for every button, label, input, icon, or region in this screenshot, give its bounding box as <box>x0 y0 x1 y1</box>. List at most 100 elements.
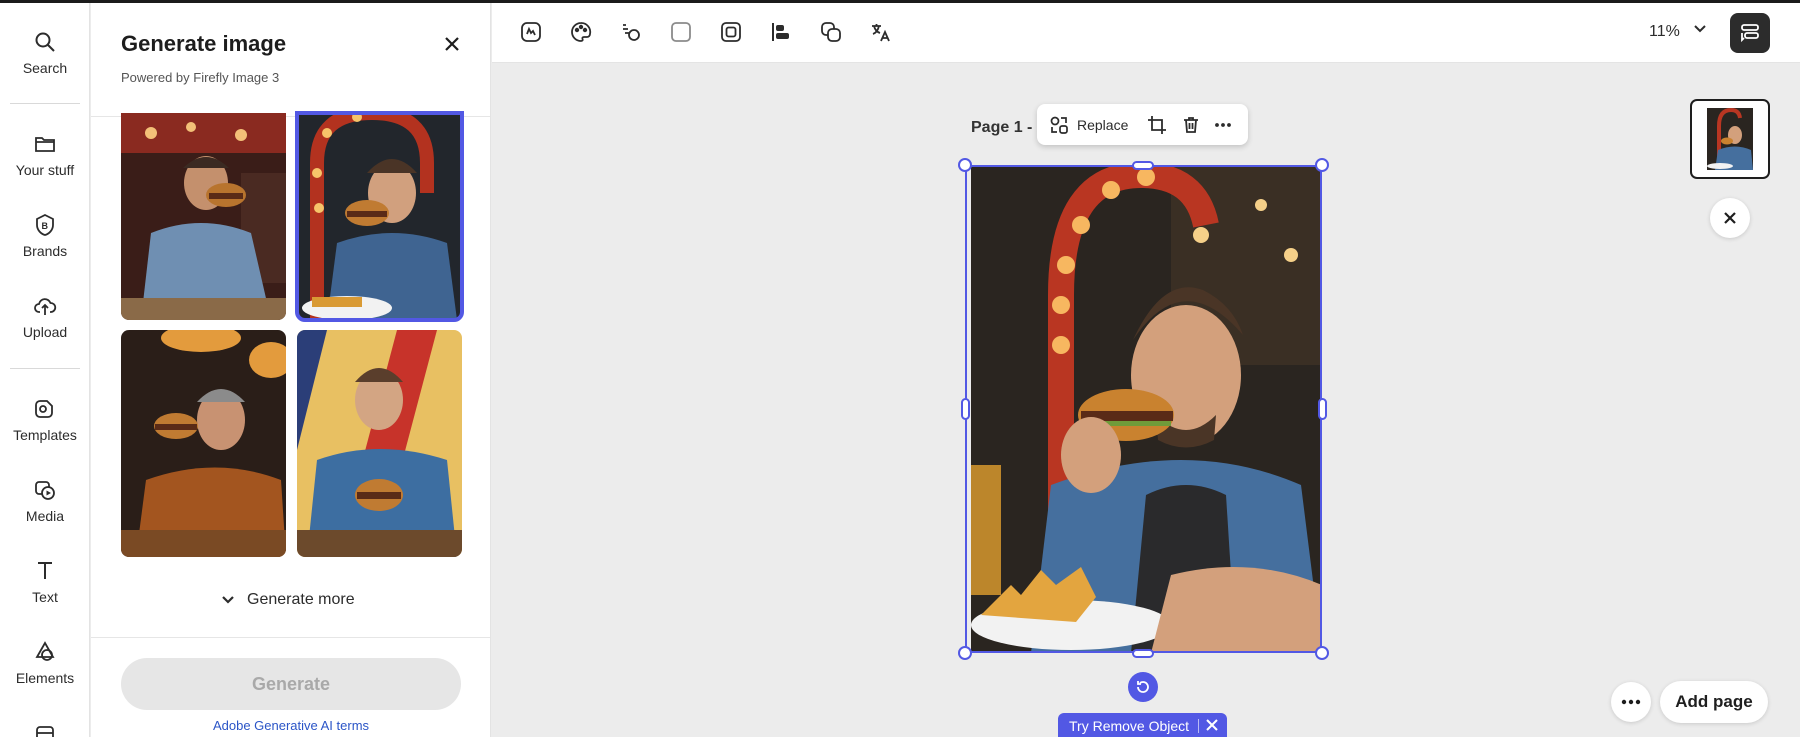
rail-item-brands[interactable]: B Brands <box>0 213 90 259</box>
more-horizontal-icon <box>1621 699 1641 705</box>
rail-item-upload[interactable]: Upload <box>0 294 90 340</box>
result-thumbnail-4[interactable] <box>297 330 462 557</box>
selection-frame <box>965 165 1322 653</box>
banner-divider <box>1198 719 1199 733</box>
layers-duplicate-button[interactable] <box>816 17 846 47</box>
close-icon <box>1724 212 1736 224</box>
rotate-icon <box>1137 681 1149 693</box>
resize-handle-right[interactable] <box>1318 398 1327 420</box>
generate-button[interactable]: Generate <box>121 658 461 710</box>
add-page-button[interactable]: Add page <box>1660 681 1768 723</box>
rail-divider <box>10 368 80 369</box>
result-image <box>297 330 462 557</box>
rail-item-search[interactable]: Search <box>0 30 90 76</box>
rail-item-media[interactable]: Media <box>0 478 90 524</box>
replace-button[interactable]: Replace <box>1049 104 1128 145</box>
translate-button[interactable] <box>866 17 896 47</box>
resize-handle-left[interactable] <box>961 398 970 420</box>
crop-button[interactable] <box>1147 104 1167 145</box>
result-image <box>121 113 286 320</box>
more-horizontal-icon <box>1215 122 1231 127</box>
rail-item-label: Text <box>32 589 58 605</box>
rail-divider <box>10 103 80 104</box>
zoom-dropdown[interactable] <box>1692 21 1708 42</box>
animation-button[interactable] <box>616 17 646 47</box>
zoom-level[interactable]: 11% <box>1649 23 1680 41</box>
rotate-handle[interactable] <box>1128 672 1158 702</box>
generate-image-panel: Generate image Powered by Firefly Image … <box>91 3 491 737</box>
result-thumbnail-3[interactable] <box>121 330 286 557</box>
frame-icon <box>721 22 741 42</box>
frame-button[interactable] <box>716 17 746 47</box>
resize-handle-top-left[interactable] <box>958 158 972 172</box>
rail-item-your-stuff[interactable]: Your stuff <box>0 132 90 178</box>
result-image <box>121 330 286 557</box>
layers-panel-button[interactable] <box>1730 13 1770 53</box>
svg-text:B: B <box>42 221 49 231</box>
page-label: Page 1 - A <box>971 119 1047 137</box>
rail-item-label: Upload <box>22 324 68 340</box>
page-thumbnail-image <box>1707 108 1753 170</box>
chevron-down-icon <box>1694 25 1706 33</box>
animation-icon <box>623 24 640 41</box>
folder-icon <box>35 137 55 152</box>
try-remove-object-banner[interactable]: Try Remove Object <box>1058 713 1227 737</box>
rail-item-label: Templates <box>13 427 77 443</box>
translate-icon <box>872 24 890 42</box>
panel-divider <box>91 637 490 638</box>
generate-more-label: Generate more <box>247 591 355 608</box>
shape-button[interactable] <box>666 17 696 47</box>
generative-ai-terms-link[interactable]: Adobe Generative AI terms <box>91 718 490 733</box>
templates-icon <box>35 400 53 418</box>
close-icon <box>445 37 459 51</box>
rail-item-label: Search <box>22 60 68 76</box>
rail-item-label: Your stuff <box>15 162 75 178</box>
replace-icon <box>1050 116 1068 134</box>
result-thumbnail-1[interactable] <box>121 113 286 320</box>
panel-close-button[interactable] <box>437 29 467 59</box>
result-image <box>297 113 462 320</box>
replace-label: Replace <box>1077 116 1129 133</box>
rail-item-templates[interactable]: Templates <box>0 397 90 443</box>
layers-duplicate-icon <box>821 22 841 42</box>
trash-icon <box>1184 116 1198 133</box>
rounded-square-icon <box>671 22 691 42</box>
grid-icon <box>36 726 54 737</box>
page-more-options-button[interactable] <box>1611 682 1651 722</box>
rail-item-elements[interactable]: Elements <box>0 640 90 686</box>
panel-subtitle: Powered by Firefly Image 3 <box>121 70 280 85</box>
close-pages-button[interactable] <box>1710 198 1750 238</box>
rail-item-label: Media <box>25 508 65 524</box>
generate-more-button[interactable]: Generate more <box>221 587 355 613</box>
close-icon <box>1206 719 1218 731</box>
text-icon <box>38 562 52 579</box>
resize-handle-bottom-right[interactable] <box>1315 646 1329 660</box>
delete-button[interactable] <box>1181 104 1201 145</box>
more-options-button[interactable] <box>1213 104 1233 145</box>
resize-handle-bottom[interactable] <box>1132 649 1154 658</box>
panel-title: Generate image <box>121 31 287 56</box>
effects-button[interactable] <box>516 17 546 47</box>
align-button[interactable] <box>766 17 796 47</box>
try-remove-object-label: Try Remove Object <box>1069 718 1190 734</box>
rail-item-text[interactable]: Text <box>0 559 90 605</box>
resize-handle-bottom-left[interactable] <box>958 646 972 660</box>
align-left-icon <box>772 23 789 41</box>
page-label-text: Page 1 - <box>971 119 1037 136</box>
resize-handle-top-right[interactable] <box>1315 158 1329 172</box>
page-thumbnail[interactable] <box>1690 99 1770 179</box>
color-palette-icon <box>571 22 592 42</box>
rail-item-label: Elements <box>15 670 75 686</box>
dismiss-banner-button[interactable] <box>1204 717 1220 736</box>
color-palette-button[interactable] <box>566 17 596 47</box>
result-thumbnail-2-selected[interactable] <box>295 111 464 322</box>
image-floating-toolbar: Replace <box>1037 104 1248 145</box>
rail-item-more[interactable] <box>0 723 90 737</box>
elements-icon <box>35 641 55 661</box>
effects-icon <box>521 22 541 42</box>
top-toolbar: 11% <box>492 3 1800 63</box>
resize-handle-top[interactable] <box>1132 161 1154 170</box>
search-icon <box>35 32 55 52</box>
upload-cloud-icon <box>34 298 57 315</box>
chevron-down-icon <box>222 596 234 604</box>
